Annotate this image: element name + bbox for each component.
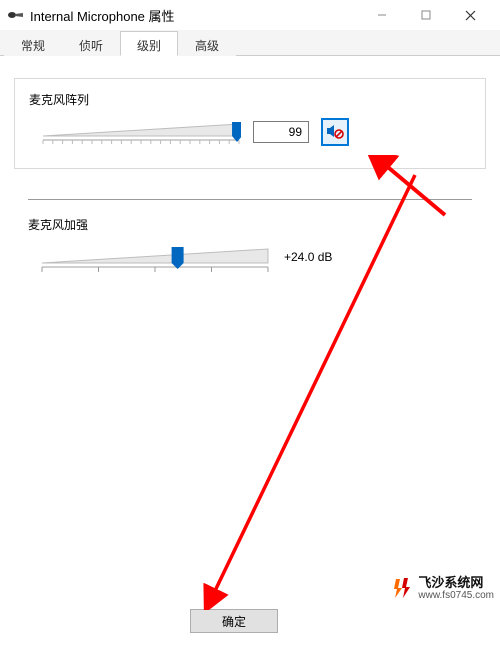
microphone-array-row: 99 — [29, 118, 471, 146]
maximize-button[interactable] — [404, 0, 448, 30]
microphone-icon — [8, 7, 24, 23]
tab-general[interactable]: 常规 — [4, 31, 62, 56]
watermark-logo-icon — [392, 577, 414, 599]
tab-levels[interactable]: 级别 — [120, 31, 178, 56]
ok-button-label: 确定 — [222, 613, 246, 630]
watermark-url: www.fs0745.com — [418, 590, 494, 601]
microphone-boost-slider[interactable] — [40, 243, 270, 271]
window-controls — [360, 0, 492, 30]
properties-window: Internal Microphone 属性 常规 侦听 级别 高级 麦克风阵列 — [0, 0, 500, 645]
watermark: 飞沙系统网 www.fs0745.com — [392, 576, 494, 601]
microphone-boost-row: +24.0 dB — [28, 243, 472, 271]
microphone-boost-group: 麦克风加强 +24.0 dB — [14, 216, 486, 271]
divider — [28, 199, 472, 200]
close-button[interactable] — [448, 0, 492, 30]
tab-content: 麦克风阵列 99 — [0, 56, 500, 293]
microphone-array-group: 麦克风阵列 99 — [14, 78, 486, 169]
window-title: Internal Microphone 属性 — [30, 6, 360, 25]
minimize-button[interactable] — [360, 0, 404, 30]
titlebar: Internal Microphone 属性 — [0, 0, 500, 30]
microphone-boost-value: +24.0 dB — [282, 246, 338, 268]
tab-listen[interactable]: 侦听 — [62, 31, 120, 56]
mute-button[interactable] — [321, 118, 349, 146]
tab-advanced[interactable]: 高级 — [178, 31, 236, 56]
microphone-boost-label: 麦克风加强 — [28, 216, 472, 233]
watermark-title: 飞沙系统网 — [418, 576, 494, 590]
microphone-array-slider[interactable] — [41, 118, 241, 146]
microphone-array-label: 麦克风阵列 — [29, 91, 471, 108]
speaker-muted-icon — [326, 123, 344, 142]
tab-bar: 常规 侦听 级别 高级 — [0, 30, 500, 56]
microphone-array-value[interactable]: 99 — [253, 121, 309, 143]
ok-button[interactable]: 确定 — [190, 609, 278, 633]
